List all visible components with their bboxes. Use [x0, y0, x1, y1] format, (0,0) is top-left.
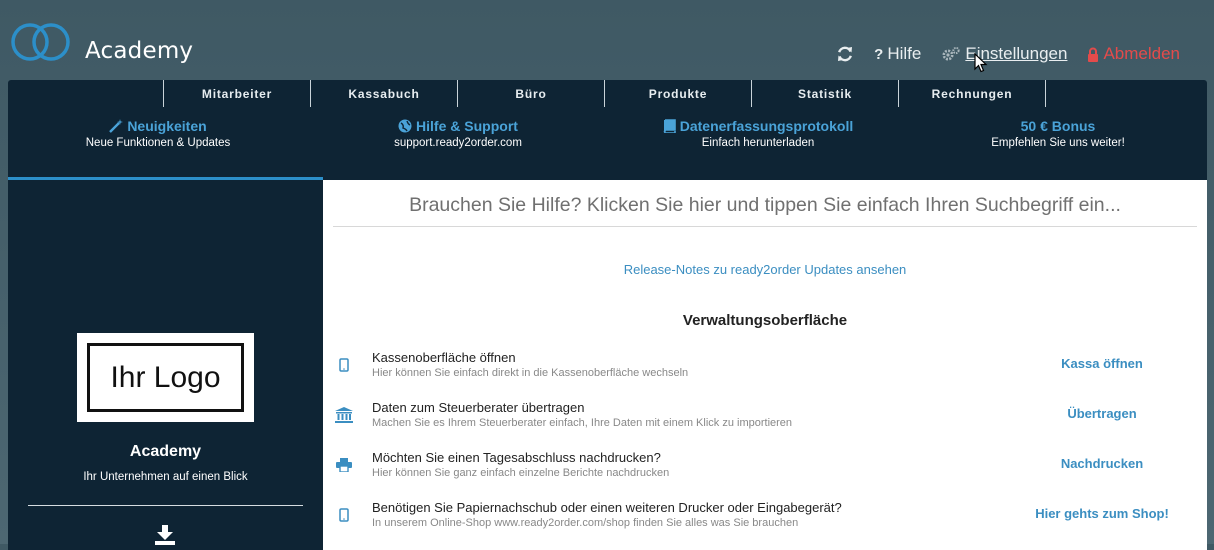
nachdrucken-button[interactable]: Nachdrucken [1007, 456, 1197, 471]
sidebar-divider [28, 505, 303, 506]
download-icon[interactable] [154, 525, 176, 545]
mouse-cursor-icon [974, 53, 988, 73]
row-title: Benötigen Sie Papiernachschub oder einen… [372, 500, 842, 515]
sidebar: Ihr Logo Academy Ihr Unternehmen auf ein… [8, 180, 323, 550]
promo-neuigkeiten[interactable]: Neuigkeiten Neue Funktionen & Updates [8, 118, 308, 149]
main-tabs: Mitarbeiter Kassabuch Büro Produkte Stat… [163, 80, 1046, 107]
gears-icon [942, 46, 960, 61]
row-title: Kassenoberfläche öffnen [372, 350, 516, 365]
app-title: Academy [85, 38, 194, 64]
shop-button[interactable]: Hier gehts zum Shop! [1007, 506, 1197, 521]
company-name: Academy [129, 443, 202, 460]
company-tagline: Ihr Unternehmen auf einen Blick [83, 471, 248, 483]
logout-label: Abmelden [1103, 44, 1180, 63]
logo-placeholder-text: Ihr Logo [87, 343, 244, 412]
top-nav: ? Hilfe Einstellungen Abmelden [816, 44, 1180, 64]
tab-kassabuch[interactable]: Kassabuch [310, 80, 457, 107]
promo-subtitle: Einfach herunterladen [701, 137, 815, 149]
kassa-oeffnen-button[interactable]: Kassa öffnen [1007, 356, 1197, 371]
list-item: Möchten Sie einen Tagesabschluss nachdru… [323, 450, 1207, 490]
release-notes-link[interactable]: Release-Notes zu ready2order Updates ans… [323, 262, 1207, 277]
main-content: Brauchen Sie Hilfe? Klicken Sie hier und… [323, 180, 1207, 550]
question-icon: ? [874, 45, 884, 63]
row-title: Daten zum Steuerberater übertragen [372, 400, 585, 415]
tab-statistik[interactable]: Statistik [751, 80, 898, 107]
magic-wand-icon [109, 119, 124, 133]
list-item: Benötigen Sie Papiernachschub oder einen… [323, 500, 1207, 540]
promo-bonus[interactable]: 50 € Bonus Empfehlen Sie uns weiter! [908, 118, 1208, 149]
refresh-icon [838, 46, 853, 62]
list-item: Kassenoberfläche öffnen Hier können Sie … [323, 350, 1207, 390]
tab-rechnungen[interactable]: Rechnungen [898, 80, 1046, 107]
company-logo[interactable]: Ihr Logo [77, 333, 254, 422]
book-icon [663, 119, 676, 133]
help-link[interactable]: ? Hilfe [874, 44, 921, 64]
logout-link[interactable]: Abmelden [1087, 44, 1180, 64]
globe-icon [398, 119, 412, 133]
printer-icon [335, 456, 353, 474]
bank-icon [335, 406, 353, 424]
row-subtitle: Hier können Sie einfach direkt in die Ka… [372, 367, 689, 379]
promo-subtitle: Empfehlen Sie uns weiter! [991, 137, 1125, 149]
lock-icon [1088, 47, 1099, 62]
row-subtitle: In unserem Online-Shop www.ready2order.c… [372, 517, 799, 529]
promo-title: Neuigkeiten [127, 118, 207, 134]
promo-subtitle: support.ready2order.com [394, 137, 522, 149]
list-item: Daten zum Steuerberater übertragen Mache… [323, 400, 1207, 440]
tab-buero[interactable]: Büro [457, 80, 604, 107]
app-frame: Mitarbeiter Kassabuch Büro Produkte Stat… [8, 80, 1207, 550]
promo-title: Datenerfassungsprotokoll [679, 118, 854, 134]
tab-produkte[interactable]: Produkte [604, 80, 751, 107]
row-title: Möchten Sie einen Tagesabschluss nachdru… [372, 450, 661, 465]
promo-support[interactable]: Hilfe & Support support.ready2order.com [308, 118, 608, 149]
uebertragen-button[interactable]: Übertragen [1007, 406, 1197, 421]
promo-protokoll[interactable]: Datenerfassungsprotokoll Einfach herunte… [608, 118, 908, 149]
tablet-icon [335, 506, 353, 524]
tab-mitarbeiter[interactable]: Mitarbeiter [163, 80, 310, 107]
tablet-icon [335, 356, 353, 374]
row-subtitle: Hier können Sie ganz einfach einzelne Be… [372, 467, 670, 479]
section-title: Verwaltungsoberfläche [682, 312, 848, 329]
brand-logo-icon [11, 23, 70, 61]
promo-subtitle: Neue Funktionen & Updates [85, 137, 231, 149]
help-search-input[interactable]: Brauchen Sie Hilfe? Klicken Sie hier und… [333, 194, 1197, 227]
promo-title: 50 € Bonus [1020, 118, 1096, 134]
settings-link[interactable]: Einstellungen [941, 44, 1067, 64]
promo-title: Hilfe & Support [416, 118, 518, 134]
row-subtitle: Machen Sie es Ihrem Steuerberater einfac… [372, 417, 793, 429]
help-label: Hilfe [887, 44, 922, 63]
refresh-button[interactable] [836, 45, 854, 63]
